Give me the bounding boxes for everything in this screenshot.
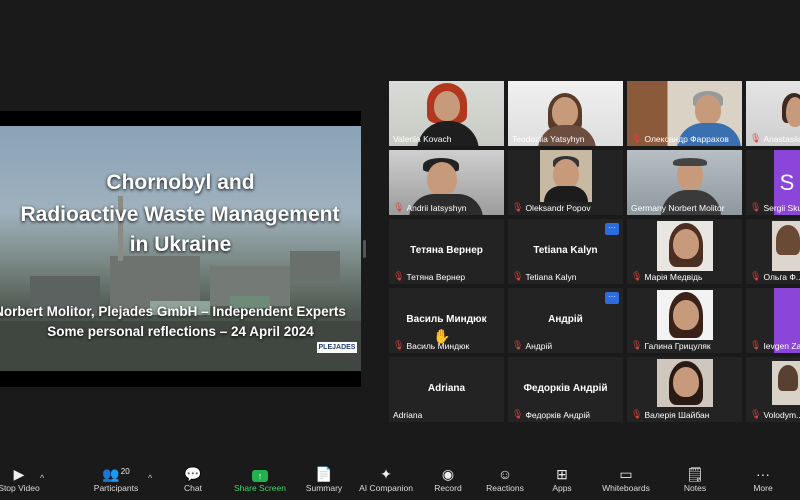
muted-mic-icon: 🎙 (512, 340, 524, 350)
participants-icon: 👥20 (102, 466, 130, 482)
participant-tile[interactable]: ··· Андрій 🎙 Андрій (508, 288, 623, 353)
participants-options-chevron-icon[interactable]: ^ (148, 473, 152, 483)
slide-subtitle-1: Norbert Molitor, Plejades GmbH – Indepen… (0, 304, 346, 319)
muted-mic-icon: 🎙 (631, 271, 643, 281)
muted-mic-icon: 🎙 (750, 409, 762, 419)
chat-icon: 💬 (184, 466, 202, 482)
participant-name: 🎙 Andrii Iatsyshyn (393, 202, 467, 213)
participant-tile[interactable]: Valeriia Kovach (389, 81, 504, 146)
sparkle-icon: ✦ (380, 466, 392, 482)
reactions-button[interactable]: ☺ Reactions (484, 466, 526, 493)
participant-center-name: Василь Миндюк (406, 314, 487, 325)
participant-tile[interactable]: 🎙Ievgen Za... (746, 288, 800, 353)
participant-name: 🎙 Галина Грицуляк (631, 340, 711, 351)
slide-title-line-2: Radioactive Waste Management (20, 203, 340, 226)
chat-button[interactable]: 💬 Chat (176, 466, 210, 493)
participant-name: 🎙 Олександр Фаррахов (631, 133, 729, 144)
split-view-resize-handle[interactable] (363, 240, 366, 258)
whiteboard-icon: ▭ (619, 466, 633, 482)
muted-mic-icon: 🎙 (512, 409, 524, 419)
participant-name: Germany Norbert Molitor (631, 203, 725, 213)
participants-button[interactable]: 👥20 Participants (88, 466, 144, 493)
participant-name: 🎙 Федорків Андрій (512, 409, 591, 420)
participant-tile[interactable]: 🎙 Andrii Iatsyshyn (389, 150, 504, 215)
participant-name: 🎙 Василь Миндюк (393, 340, 470, 351)
participant-tile[interactable]: 🎙 Галина Грицуляк (627, 288, 742, 353)
participant-name: 🎙 Валерія Шайбан (631, 409, 710, 420)
ai-companion-button[interactable]: ✦ AI Companion (356, 466, 416, 493)
participant-tile[interactable]: Adriana Adriana (389, 357, 504, 422)
participant-center-name: Федорків Андрій (523, 383, 608, 394)
notes-button[interactable]: 🗒 Notes (680, 466, 710, 493)
participant-tile[interactable]: Teodoziia Yatsyhyn (508, 81, 623, 146)
muted-mic-icon: 🎙 (750, 202, 762, 212)
muted-mic-icon: 🎙 (750, 340, 762, 350)
participant-tile[interactable]: Федорків Андрій 🎙 Федорків Андрій (508, 357, 623, 422)
stop-video-button[interactable]: ▶ Stop Video (0, 466, 44, 493)
participant-tile[interactable]: Тетяна Вернер 🎙 Тетяна Вернер (389, 219, 504, 284)
participant-center-name: Tetiana Kalyn (533, 245, 598, 256)
participant-name: 🎙Ievgen Za... (750, 340, 800, 351)
muted-mic-icon: 🎙 (631, 409, 643, 419)
participant-tile[interactable]: 🎙 Олександр Фаррахов (627, 81, 742, 146)
participant-tile[interactable]: Germany Norbert Molitor (627, 150, 742, 215)
shared-screen[interactable]: Chornobyl and Radioactive Waste Manageme… (0, 111, 361, 387)
more-options-icon[interactable]: ··· (605, 223, 619, 235)
muted-mic-icon: 🎙 (631, 133, 643, 143)
participant-tile[interactable]: Василь Миндюк ✋ 🎙 Василь Миндюк (389, 288, 504, 353)
share-screen-button[interactable]: ↑ Share Screen (232, 466, 288, 493)
muted-mic-icon: 🎙 (512, 202, 524, 212)
participant-tile[interactable]: 🎙 Oleksandr Popov (508, 150, 623, 215)
participant-name: 🎙 Volodym... (750, 409, 800, 420)
participant-name: 🎙 Марія Медвідь (631, 271, 703, 282)
video-camera-icon: ▶ (13, 466, 25, 482)
participant-name: Adriana (393, 410, 423, 420)
participant-tile[interactable]: 🎙Anastasiia ... (746, 81, 800, 146)
participant-name: 🎙 Oleksandr Popov (512, 202, 591, 213)
apps-button[interactable]: ⊞ Apps (547, 466, 577, 493)
participant-name: 🎙Sergii Sku... (750, 202, 800, 213)
participant-tile[interactable]: 🎙 Марія Медвідь (627, 219, 742, 284)
notes-icon: 🗒 (686, 466, 704, 482)
share-screen-icon: ↑ (232, 466, 288, 483)
muted-mic-icon: 🎙 (750, 271, 762, 281)
participant-name: 🎙 Андрій (512, 340, 553, 351)
video-options-chevron-icon[interactable]: ^ (40, 473, 44, 483)
participant-name: 🎙 Тетяна Вернер (393, 271, 466, 282)
plejades-logo: PLEJADES (317, 342, 357, 353)
muted-mic-icon: 🎙 (512, 271, 524, 281)
muted-mic-icon: 🎙 (393, 202, 405, 212)
summary-button[interactable]: 📄 Summary (302, 466, 346, 493)
participant-tile[interactable]: 🎙 Валерія Шайбан (627, 357, 742, 422)
slide-subtitle-2: Some personal reflections – 24 April 202… (47, 324, 314, 339)
muted-mic-icon: 🎙 (393, 340, 405, 350)
whiteboards-button[interactable]: ▭ Whiteboards (598, 466, 654, 493)
muted-mic-icon: 🎙 (631, 340, 643, 350)
participant-name: Valeriia Kovach (393, 134, 452, 144)
record-button[interactable]: ◉ Record (430, 466, 466, 493)
participant-tile[interactable]: S 🎙Sergii Sku... (746, 150, 800, 215)
smiley-icon: ☺ (497, 466, 513, 482)
participant-name: Teodoziia Yatsyhyn (512, 134, 585, 144)
more-dots-icon: ··· (756, 466, 770, 482)
participant-name: 🎙 Tetiana Kalyn (512, 271, 577, 282)
record-icon: ◉ (441, 466, 455, 482)
participant-tile[interactable]: ··· Tetiana Kalyn 🎙 Tetiana Kalyn (508, 219, 623, 284)
slide-title-line-3: in Ukraine (129, 233, 232, 256)
summary-icon: 📄 (315, 466, 333, 482)
participant-center-name: Тетяна Вернер (410, 245, 483, 256)
more-button[interactable]: ··· More (748, 466, 778, 493)
apps-icon: ⊞ (556, 466, 568, 482)
meeting-toolbar: ▶ Stop Video ^ 👥20 Participants ^ 💬 Chat… (0, 460, 800, 500)
participant-name: 🎙Anastasiia ... (750, 133, 800, 144)
participant-tile[interactable]: 🎙 Ольга Ф... (746, 219, 800, 284)
slide-title-line-1: Chornobyl and (106, 171, 255, 194)
more-options-icon[interactable]: ··· (605, 292, 619, 304)
muted-mic-icon: 🎙 (393, 271, 405, 281)
participant-tile[interactable]: 🎙 Volodym... (746, 357, 800, 422)
muted-mic-icon: 🎙 (750, 133, 762, 143)
participant-center-name: Adriana (427, 383, 466, 394)
participant-center-name: Андрій (548, 314, 583, 325)
participant-name: 🎙 Ольга Ф... (750, 271, 800, 282)
